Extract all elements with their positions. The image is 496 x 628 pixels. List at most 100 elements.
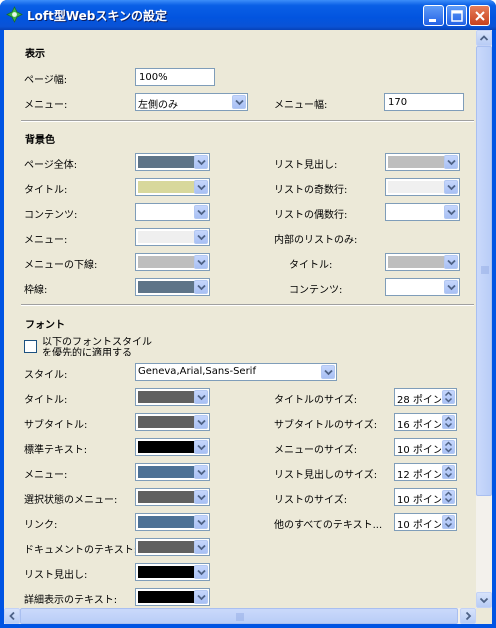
chevron-down-icon[interactable]	[194, 180, 208, 194]
minimize-button[interactable]	[423, 5, 444, 26]
menu-width-label: メニュー幅:	[274, 100, 328, 111]
chevron-down-icon[interactable]	[321, 365, 335, 379]
horizontal-scroll-thumb[interactable]	[20, 608, 458, 624]
spinner-arrows-icon[interactable]	[442, 390, 455, 404]
font-color-picker[interactable]	[135, 588, 210, 606]
font-color-picker[interactable]	[135, 388, 210, 406]
bg-left-color-picker[interactable]	[135, 153, 210, 171]
close-button[interactable]	[469, 5, 490, 26]
font-color-picker[interactable]	[135, 438, 210, 456]
menu-width-input[interactable]	[384, 93, 464, 111]
font-size-spinner[interactable]: 28 ポイント	[394, 388, 457, 406]
font-color-picker[interactable]	[135, 513, 210, 531]
scroll-up-button[interactable]	[476, 30, 492, 46]
spinner-arrows-icon[interactable]	[442, 515, 455, 529]
chevron-down-icon[interactable]	[444, 155, 458, 169]
bg-right-color-picker[interactable]	[385, 178, 460, 196]
apply-font-style-checkbox[interactable]	[24, 340, 37, 353]
color-swatch	[388, 206, 446, 218]
scroll-right-button[interactable]	[460, 608, 476, 624]
color-swatch	[138, 156, 196, 168]
chevron-down-icon[interactable]	[194, 515, 208, 529]
font-color-picker[interactable]	[135, 463, 210, 481]
bg-left-label: 枠線:	[24, 285, 48, 296]
bg-left-color-picker[interactable]	[135, 278, 210, 296]
chevron-down-icon[interactable]	[194, 440, 208, 454]
color-swatch	[138, 391, 196, 403]
chevron-down-icon[interactable]	[194, 490, 208, 504]
spinner-arrows-icon[interactable]	[442, 490, 455, 504]
font-size-value: 28 ポイント	[397, 395, 441, 406]
title-bar[interactable]: Loft型Webスキンの設定	[0, 0, 496, 30]
font-style-label: スタイル:	[24, 370, 68, 381]
spinner-arrows-icon[interactable]	[442, 415, 455, 429]
chevron-down-icon[interactable]	[194, 540, 208, 554]
font-size-spinner[interactable]: 10 ポイント	[394, 488, 457, 506]
inner-list-color-picker[interactable]	[385, 278, 460, 296]
bg-left-color-picker[interactable]	[135, 178, 210, 196]
inner-list-color-picker[interactable]	[385, 253, 460, 271]
bg-left-color-picker[interactable]	[135, 228, 210, 246]
chevron-down-icon[interactable]	[444, 180, 458, 194]
bg-left-color-picker[interactable]	[135, 253, 210, 271]
scroll-down-button[interactable]	[476, 592, 492, 608]
font-color-label: リンク:	[24, 520, 58, 531]
chevron-down-icon[interactable]	[194, 230, 208, 244]
chevron-down-icon[interactable]	[232, 95, 246, 109]
background-heading: 背景色	[25, 135, 55, 146]
vertical-scroll-thumb[interactable]	[476, 46, 492, 496]
separator	[21, 120, 474, 122]
chevron-down-icon[interactable]	[194, 255, 208, 269]
bg-right-color-picker[interactable]	[385, 153, 460, 171]
font-size-spinner[interactable]: 16 ポイント	[394, 413, 457, 431]
font-color-picker[interactable]	[135, 413, 210, 431]
chevron-down-icon[interactable]	[444, 255, 458, 269]
font-color-label: リスト見出し:	[24, 570, 88, 581]
font-color-picker[interactable]	[135, 488, 210, 506]
maximize-button[interactable]	[446, 5, 467, 26]
font-size-label: リストのサイズ:	[274, 495, 348, 506]
color-swatch	[388, 281, 446, 293]
chevron-down-icon[interactable]	[194, 415, 208, 429]
color-swatch	[138, 256, 196, 268]
chevron-down-icon[interactable]	[194, 155, 208, 169]
font-color-label: 選択状態のメニュー:	[24, 495, 118, 506]
page-width-input[interactable]	[135, 68, 215, 86]
chevron-down-icon[interactable]	[194, 205, 208, 219]
chevron-down-icon[interactable]	[194, 565, 208, 579]
chevron-down-icon[interactable]	[444, 205, 458, 219]
chevron-down-icon[interactable]	[194, 590, 208, 604]
chevron-down-icon[interactable]	[194, 280, 208, 294]
chevron-down-icon[interactable]	[444, 280, 458, 294]
color-swatch	[138, 466, 196, 478]
color-swatch	[138, 206, 196, 218]
color-swatch	[388, 156, 446, 168]
chevron-down-icon[interactable]	[194, 465, 208, 479]
color-swatch	[138, 281, 196, 293]
color-swatch	[138, 491, 196, 503]
font-style-select[interactable]: Geneva,Arial,Sans-Serif	[135, 363, 337, 381]
menu-label: メニュー:	[24, 100, 68, 111]
font-color-label: ドキュメントのテキスト:	[24, 545, 138, 556]
font-size-value: 10 ポイント	[397, 520, 441, 531]
inner-list-label: タイトル:	[289, 260, 333, 271]
font-size-spinner[interactable]: 10 ポイント	[394, 513, 457, 531]
spinner-arrows-icon[interactable]	[442, 465, 455, 479]
font-size-spinner[interactable]: 12 ポイント	[394, 463, 457, 481]
font-color-label: 詳細表示のテキスト:	[24, 595, 118, 606]
menu-select[interactable]: 左側のみ	[135, 93, 248, 111]
bg-right-color-picker[interactable]	[385, 203, 460, 221]
horizontal-scrollbar[interactable]	[4, 608, 476, 624]
scroll-left-button[interactable]	[4, 608, 20, 624]
color-swatch	[138, 516, 196, 528]
spinner-arrows-icon[interactable]	[442, 440, 455, 454]
bg-left-color-picker[interactable]	[135, 203, 210, 221]
font-color-label: サブタイトル:	[24, 420, 88, 431]
bg-left-label: タイトル:	[24, 185, 68, 196]
font-size-label: 他のすべてのテキスト...	[274, 520, 383, 531]
font-color-picker[interactable]	[135, 538, 210, 556]
chevron-down-icon[interactable]	[194, 390, 208, 404]
font-color-picker[interactable]	[135, 563, 210, 581]
vertical-scrollbar[interactable]	[476, 30, 492, 608]
font-size-spinner[interactable]: 10 ポイント	[394, 438, 457, 456]
